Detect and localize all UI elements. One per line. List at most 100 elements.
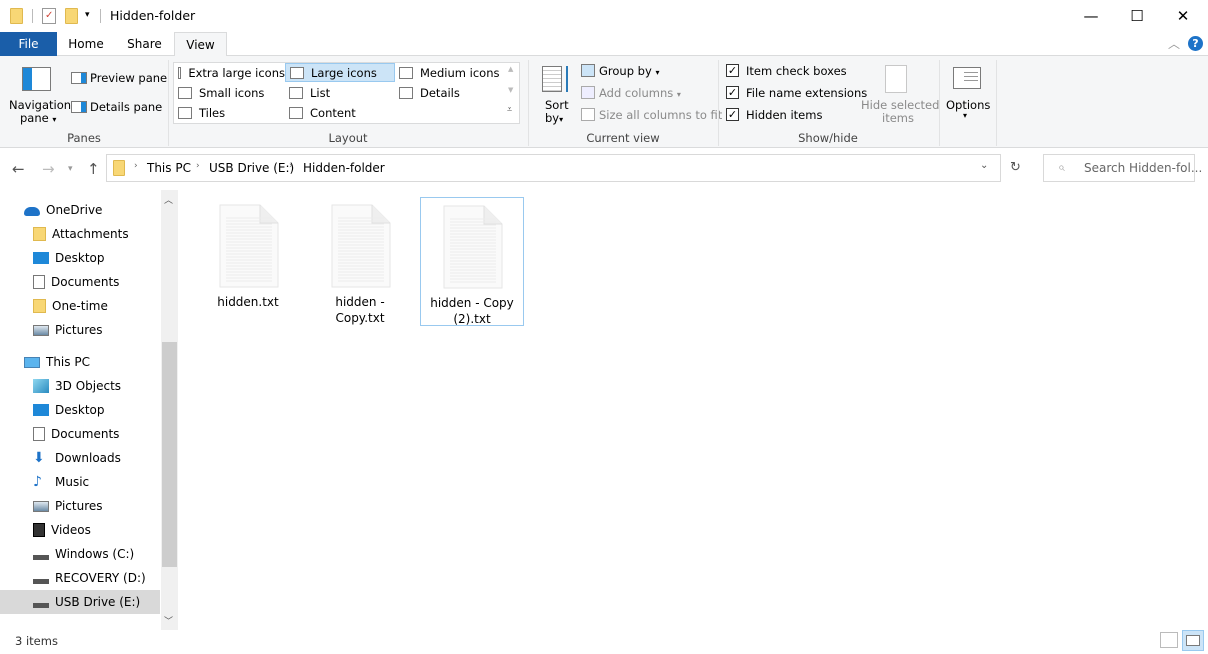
dropdown-arrow-icon: ▾ (655, 68, 660, 77)
sidebar-item-pictures[interactable]: Pictures (0, 318, 160, 342)
address-dropdown-icon[interactable]: ⌄ (980, 160, 988, 171)
layout-list[interactable]: List (285, 83, 395, 102)
tab-file[interactable]: File (0, 32, 57, 56)
sidebar-item-label: One-time (52, 299, 108, 313)
sidebar-item-videos[interactable]: Videos (0, 518, 160, 542)
hide-selected-button[interactable]: Hide selected (861, 98, 939, 112)
sidebar-item-documents[interactable]: Documents (0, 422, 160, 446)
details-view-button[interactable] (1160, 632, 1178, 648)
file-name-extensions-checkbox[interactable]: ✓ (726, 86, 739, 99)
hidden-items-label[interactable]: Hidden items (746, 108, 822, 122)
folder-icon (10, 8, 23, 24)
forward-button[interactable]: → (42, 160, 55, 178)
options-button[interactable]: Options (946, 98, 990, 112)
group-by-button[interactable]: Group by ▾ (599, 64, 659, 78)
sidebar-item-desktop[interactable]: Desktop (0, 246, 160, 270)
properties-icon[interactable]: ✓ (42, 8, 56, 24)
onedrive-icon (24, 207, 40, 216)
sidebar-item-recovery-d[interactable]: RECOVERY (D:) (0, 566, 160, 590)
customize-quick-access-icon[interactable]: ▾ (85, 10, 90, 20)
new-folder-icon[interactable] (65, 8, 78, 24)
sidebar-item-downloads[interactable]: ⬇ Downloads (0, 446, 160, 470)
sidebar-item-pictures[interactable]: Pictures (0, 494, 160, 518)
breadcrumb-usb-drive[interactable]: USB Drive (E:) (209, 161, 294, 175)
sidebar-item-onedrive[interactable]: OneDrive (0, 198, 160, 222)
large-icons-view-button[interactable] (1182, 630, 1204, 651)
address-bar[interactable]: › This PC › USB Drive (E:) › Hidden-fold… (106, 154, 1021, 182)
hidden-items-checkbox[interactable]: ✓ (726, 108, 739, 121)
item-check-boxes-label[interactable]: Item check boxes (746, 64, 847, 78)
layout-label: Extra large icons (188, 65, 285, 80)
layout-small-icons[interactable]: Small icons (174, 83, 285, 102)
sort-by-button[interactable]: Sort (545, 98, 569, 112)
preview-pane-button[interactable]: Preview pane (90, 71, 167, 85)
group-divider (939, 60, 940, 146)
item-check-boxes-checkbox[interactable]: ✓ (726, 64, 739, 77)
file-name: hidden.txt (217, 295, 279, 309)
breadcrumb-separator-icon[interactable]: › (196, 161, 200, 171)
large-icons-icon (1186, 635, 1200, 646)
maximize-button[interactable]: ☐ (1114, 0, 1160, 32)
close-button[interactable]: ✕ (1160, 0, 1206, 32)
file-item[interactable]: hidden - Copy (2).txt (420, 197, 524, 326)
add-columns-button[interactable]: Add columns ▾ (599, 86, 681, 100)
tab-view[interactable]: View (174, 32, 227, 57)
file-item[interactable]: hidden - Copy.txt (308, 197, 412, 326)
layout-tiles[interactable]: Tiles (174, 103, 285, 122)
recent-locations-button[interactable]: ▾ (68, 164, 73, 174)
layout-medium-icons[interactable]: Medium icons (395, 63, 505, 82)
hide-selected-label2[interactable]: items (882, 111, 914, 125)
sidebar-item-windows-c[interactable]: Windows (C:) (0, 542, 160, 566)
layout-large-icons[interactable]: Large icons (285, 63, 395, 82)
sidebar-item-one-time[interactable]: One-time (0, 294, 160, 318)
search-box[interactable]: ⌕ Search Hidden-fol... (1043, 154, 1202, 182)
sidebar-item-3d-objects[interactable]: 3D Objects (0, 374, 160, 398)
gallery-expand-icon[interactable]: ⩡ (507, 105, 512, 115)
sidebar-item-attachments[interactable]: Attachments (0, 222, 160, 246)
breadcrumb-hidden-folder[interactable]: Hidden-folder (303, 161, 385, 175)
sort-by-icon[interactable] (542, 66, 562, 92)
layout-extra-large-icons[interactable]: Extra large icons (174, 63, 285, 82)
sidebar-item-label: Desktop (55, 403, 105, 417)
minimize-button[interactable]: — (1068, 0, 1114, 32)
nav-pane-scrollbar-thumb[interactable] (162, 342, 177, 567)
scroll-down-icon[interactable]: ﹀ (164, 614, 173, 627)
navigation-pane-button-label2[interactable]: pane ▾ (20, 111, 56, 125)
sidebar-item-label: Pictures (55, 323, 103, 337)
refresh-button[interactable]: ↻ (1010, 160, 1021, 175)
gallery-scroll-down-icon[interactable]: ▼ (508, 86, 513, 94)
sidebar-item-this-pc[interactable]: This PC (0, 350, 160, 374)
sidebar-item-documents[interactable]: Documents (0, 270, 160, 294)
layout-details[interactable]: Details (395, 83, 505, 102)
options-icon[interactable] (953, 67, 981, 89)
search-input[interactable]: Search Hidden-fol... (1084, 161, 1202, 175)
sort-by-label2[interactable]: by▾ (545, 111, 563, 125)
file-name-extensions-label[interactable]: File name extensions (746, 86, 867, 100)
layout-content[interactable]: Content (285, 103, 395, 122)
breadcrumb-this-pc[interactable]: This PC (147, 161, 191, 175)
sidebar-item-label: Windows (C:) (55, 547, 135, 561)
sidebar-item-usb-drive-e[interactable]: USB Drive (E:) (0, 590, 160, 614)
details-pane-button[interactable]: Details pane (90, 100, 162, 114)
back-button[interactable]: ← (12, 160, 25, 178)
tab-share[interactable]: Share (117, 32, 172, 56)
layout-gallery: Extra large icons Large icons Medium ico… (173, 62, 520, 124)
size-columns-button[interactable]: Size all columns to fit (599, 108, 722, 122)
sidebar-item-desktop[interactable]: Desktop (0, 398, 160, 422)
navigation-pane-icon[interactable] (22, 67, 51, 91)
file-item[interactable]: hidden.txt (196, 197, 300, 326)
help-icon[interactable]: ? (1188, 36, 1203, 51)
group-by-label: Group by (599, 64, 652, 78)
gallery-scroll-up-icon[interactable]: ▲ (508, 65, 513, 73)
divider (1000, 155, 1001, 181)
breadcrumb-separator-icon[interactable]: › (134, 161, 138, 171)
up-button[interactable]: ↑ (87, 160, 100, 178)
collapse-ribbon-icon[interactable]: ︿ (1168, 35, 1180, 52)
tab-home[interactable]: Home (60, 32, 112, 56)
navigation-pane-button[interactable]: Navigation (9, 98, 71, 112)
scroll-up-icon[interactable]: ︿ (164, 193, 173, 206)
sidebar-item-music[interactable]: ♪ Music (0, 470, 160, 494)
hide-selected-icon (885, 65, 907, 93)
pictures-icon (33, 500, 49, 512)
breadcrumb-separator-icon[interactable]: › (289, 161, 293, 171)
